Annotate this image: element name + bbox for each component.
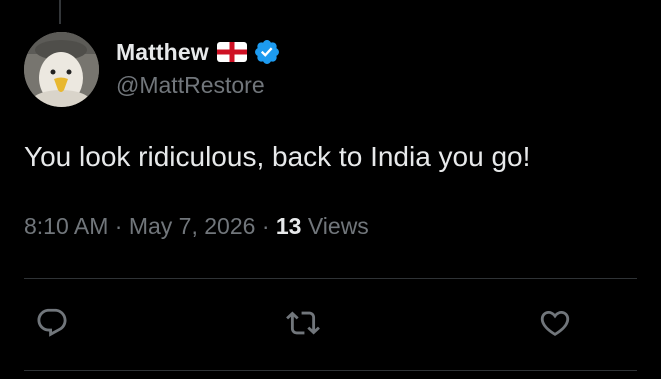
tweet-time[interactable]: 8:10 AM <box>24 213 108 239</box>
meta-separator: · <box>261 213 270 239</box>
avatar-image <box>24 32 99 107</box>
thread-connector-line <box>59 0 61 24</box>
author-display-name[interactable]: Matthew <box>116 39 209 66</box>
avatar[interactable] <box>24 32 99 107</box>
retweet-button[interactable] <box>283 303 323 343</box>
like-button[interactable] <box>535 303 575 343</box>
tweet-text: You look ridiculous, back to India you g… <box>24 141 531 172</box>
retweet-icon <box>286 311 320 335</box>
reply-icon <box>37 308 67 337</box>
divider <box>24 370 637 371</box>
author-name-row: Matthew <box>116 36 281 68</box>
author-handle[interactable]: @MattRestore <box>116 72 281 99</box>
views-count: 13 <box>275 213 302 239</box>
heart-icon <box>540 310 570 336</box>
england-flag-icon <box>216 42 247 62</box>
meta-separator: · <box>114 213 123 239</box>
tweet-meta: 8:10 AM · May 7, 2026 · 13 Views <box>24 213 369 240</box>
tweet-date[interactable]: May 7, 2026 <box>129 213 256 239</box>
reply-button[interactable] <box>32 303 72 343</box>
tweet-header: Matthew @MattRestore <box>116 36 281 99</box>
views-label: Views <box>307 213 369 239</box>
divider <box>24 278 637 279</box>
verified-badge-icon[interactable] <box>253 38 281 66</box>
